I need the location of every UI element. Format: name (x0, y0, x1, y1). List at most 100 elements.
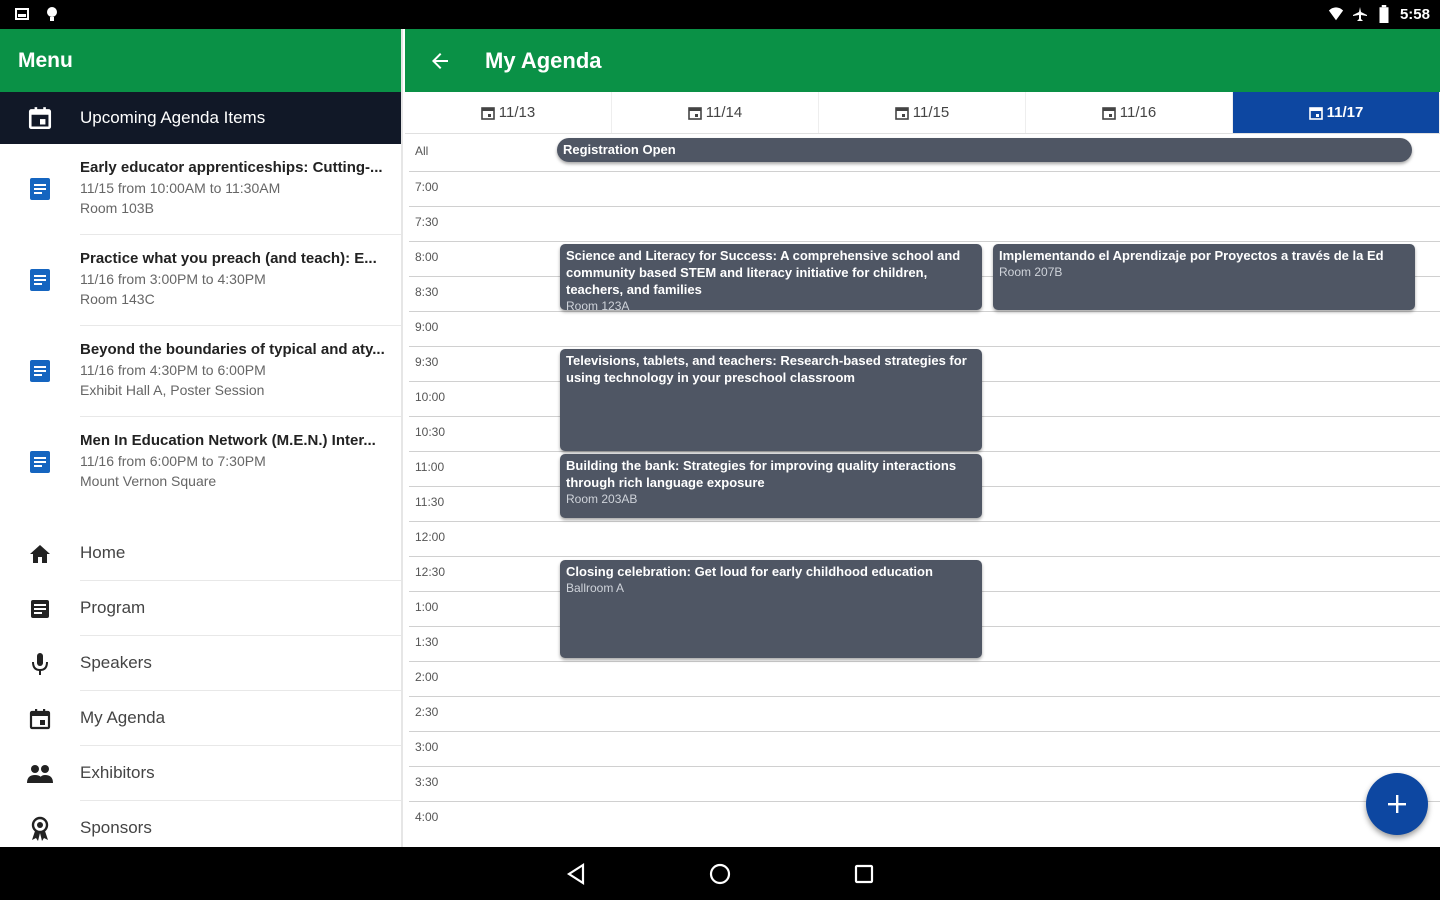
nav-item-exhibitors[interactable]: Exhibitors (0, 746, 401, 801)
tab-11-14[interactable]: 11/14 (612, 92, 819, 133)
nav-recents-button[interactable] (847, 857, 881, 891)
time-row: 3:30 (409, 766, 1440, 801)
nav-item-speakers[interactable]: Speakers (0, 636, 401, 691)
time-label: 9:30 (415, 355, 439, 369)
nav-item-sponsors[interactable]: Sponsors (0, 801, 401, 847)
nav-item-program[interactable]: Program (0, 581, 401, 636)
time-row: 7:30 (409, 206, 1440, 241)
tab-11-15[interactable]: 11/15 (819, 92, 1026, 133)
nav-label: Program (80, 581, 401, 636)
time-label: 10:00 (415, 390, 446, 404)
time-label: 4:00 (415, 810, 439, 824)
time-label: All (415, 144, 429, 158)
microphone-icon (0, 651, 80, 677)
calendar-icon (1101, 106, 1116, 120)
agenda-list: Early educator apprenticeships: Cutting-… (0, 144, 401, 508)
time-row: 2:00 (409, 661, 1440, 696)
nav-item-home[interactable]: Home (0, 526, 401, 581)
agenda-item-room: Exhibit Hall A, Poster Session (80, 382, 265, 398)
people-icon (0, 763, 80, 785)
tab-label: 11/15 (912, 104, 950, 121)
event-room: Room 203AB (566, 492, 638, 506)
nav-list: Home Program Speakers My Agenda Exhibito… (0, 526, 401, 847)
tab-11-17[interactable]: 11/17 (1233, 92, 1440, 133)
time-label: 1:00 (415, 600, 439, 614)
day-timeline[interactable]: All 7:00 7:30 8:00 8:30 9:00 9:30 10:00 … (405, 134, 1440, 847)
agenda-item-time: 11/15 from 10:00AM to 11:30AM (80, 180, 281, 196)
add-button[interactable] (1366, 773, 1428, 835)
time-row: 12:00 (409, 521, 1440, 556)
time-row: 9:00 (409, 311, 1440, 346)
time-row: 3:00 (409, 731, 1440, 766)
program-icon (0, 597, 80, 621)
nav-label: Speakers (80, 636, 401, 691)
time-row: 2:30 (409, 696, 1440, 731)
sidebar-title: Menu (0, 29, 401, 92)
agenda-item-title: Men In Education Network (M.E.N.) Inter.… (80, 432, 376, 449)
event-title: Televisions, tablets, and teachers: Rese… (566, 353, 967, 385)
time-label: 11:00 (415, 460, 445, 474)
upcoming-agenda-section[interactable]: Upcoming Agenda Items (0, 92, 401, 144)
app-bar: My Agenda (405, 29, 1440, 92)
event-room: Ballroom A (566, 581, 625, 595)
agenda-item-title: Beyond the boundaries of typical and aty… (80, 341, 385, 358)
ribbon-icon (0, 816, 80, 842)
event-title: Science and Literacy for Success: A comp… (566, 248, 961, 297)
time-label: 10:30 (415, 425, 446, 439)
time-label: 9:00 (415, 320, 439, 334)
plus-icon (1388, 795, 1406, 813)
document-icon (0, 235, 80, 326)
calendar-icon (480, 106, 495, 120)
nav-item-my-agenda[interactable]: My Agenda (0, 691, 401, 746)
tab-11-13[interactable]: 11/13 (405, 92, 612, 133)
triangle-back-icon (566, 862, 585, 885)
agenda-item-time: 11/16 from 6:00PM to 7:30PM (80, 453, 266, 469)
status-bar: 5:58 (0, 0, 1440, 29)
home-icon (0, 542, 80, 566)
time-label: 8:30 (415, 285, 439, 299)
time-label: 12:00 (415, 530, 446, 544)
event-title: Implementando el Aprendizaje por Proyect… (999, 248, 1384, 263)
time-label: 12:30 (415, 565, 446, 579)
agenda-item-time: 11/16 from 4:30PM to 6:00PM (80, 362, 266, 378)
calendar-icon (0, 707, 80, 731)
tab-label: 11/13 (498, 104, 536, 121)
list-item[interactable]: Early educator apprenticeships: Cutting-… (0, 144, 401, 235)
time-label: 7:00 (415, 180, 439, 194)
nav-label: Exhibitors (80, 746, 401, 801)
calendar-icon (0, 105, 80, 131)
status-time: 5:58 (1399, 5, 1430, 23)
event-closing-celebration[interactable]: Closing celebration: Get loud for early … (560, 560, 982, 658)
wifi-icon (1328, 7, 1344, 21)
list-item[interactable]: Men In Education Network (M.E.N.) Inter.… (0, 417, 401, 508)
agenda-item-title: Early educator apprenticeships: Cutting-… (80, 159, 383, 176)
list-item[interactable]: Practice what you preach (and teach): E.… (0, 235, 401, 326)
tab-label: 11/17 (1326, 104, 1364, 121)
calendar-icon (687, 106, 702, 120)
agenda-item-room: Room 143C (80, 291, 155, 307)
system-nav-bar (0, 847, 1440, 900)
tab-11-16[interactable]: 11/16 (1026, 92, 1233, 133)
nav-label: My Agenda (80, 691, 401, 746)
section-title: Upcoming Agenda Items (80, 108, 266, 127)
time-row: 7:00 (409, 171, 1440, 206)
document-icon (0, 417, 80, 508)
event-science-literacy[interactable]: Science and Literacy for Success: A comp… (560, 244, 982, 310)
battery-icon (1379, 5, 1389, 23)
event-registration[interactable]: Registration Open (557, 138, 1412, 162)
airplane-icon (1352, 7, 1367, 21)
event-title: Closing celebration: Get loud for early … (566, 564, 933, 579)
event-title: Building the bank: Strategies for improv… (566, 458, 957, 490)
event-aprendizaje[interactable]: Implementando el Aprendizaje por Proyect… (993, 244, 1415, 310)
nav-home-button[interactable] (703, 857, 737, 891)
time-label: 11:30 (415, 495, 445, 509)
event-building-bank[interactable]: Building the bank: Strategies for improv… (560, 454, 982, 518)
sidebar: Menu Upcoming Agenda Items Early educato… (0, 29, 403, 847)
back-button[interactable] (405, 49, 475, 73)
document-icon (0, 326, 80, 417)
list-item[interactable]: Beyond the boundaries of typical and aty… (0, 326, 401, 417)
event-room: Room 123A (566, 299, 630, 310)
event-televisions-tablets[interactable]: Televisions, tablets, and teachers: Rese… (560, 349, 982, 451)
tab-label: 11/16 (1119, 104, 1157, 121)
nav-back-button[interactable] (559, 857, 593, 891)
